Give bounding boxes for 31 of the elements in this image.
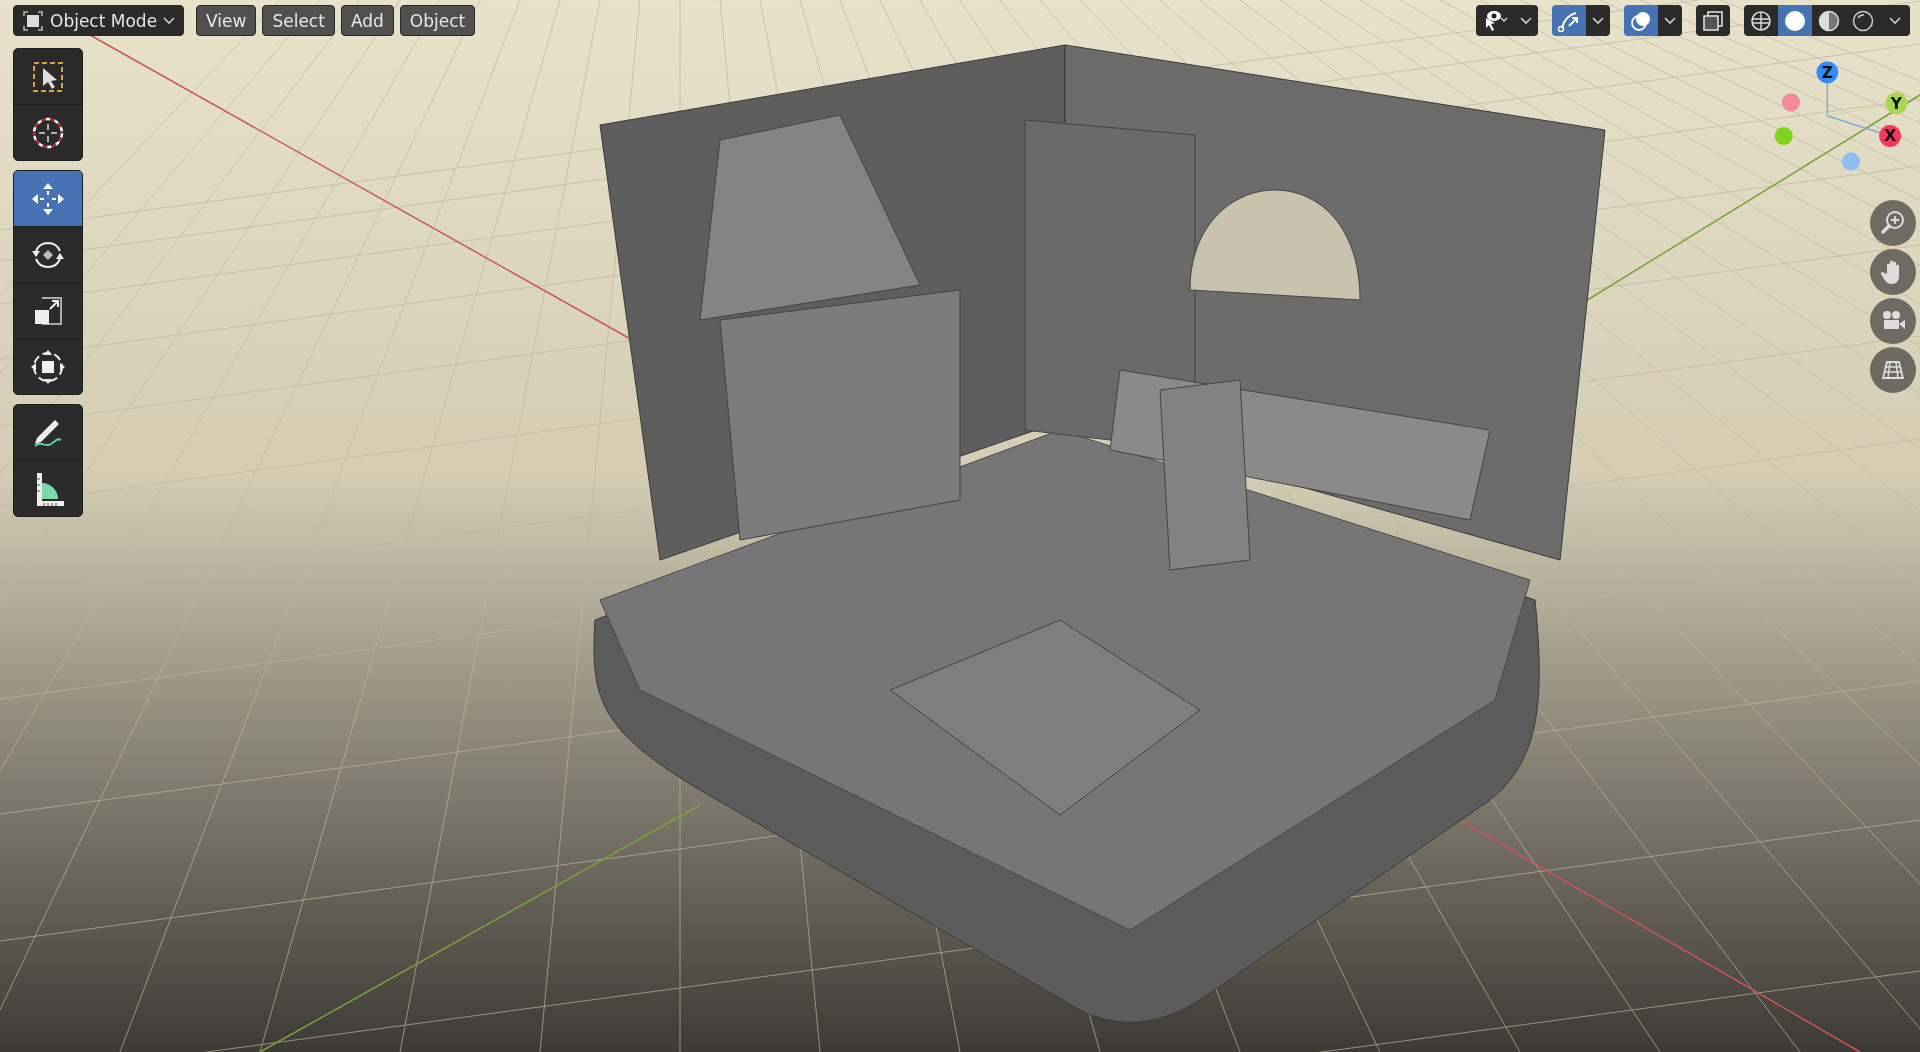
dropdown-caret-icon[interactable] — [1586, 5, 1610, 36]
zoom-button[interactable] — [1870, 200, 1916, 246]
menu-button[interactable]: Add — [340, 5, 394, 36]
perspective-toggle-button[interactable] — [1870, 347, 1916, 393]
axis-handle[interactable]: X — [1879, 125, 1901, 147]
camera-view-button[interactable] — [1870, 298, 1916, 344]
mode-dropdown[interactable]: Object Mode — [13, 5, 185, 36]
negative-axis-dot[interactable] — [1781, 93, 1801, 112]
axis-handle[interactable]: Y — [1885, 92, 1908, 115]
shading-mode-button[interactable] — [1812, 5, 1846, 36]
object-mode-icon — [22, 9, 44, 32]
negative-axis-dot[interactable] — [1774, 126, 1793, 146]
menu-button[interactable]: View — [196, 5, 257, 36]
menu-button[interactable]: Object — [399, 5, 476, 36]
caret-icon — [163, 16, 176, 25]
wireframe-icon — [1749, 8, 1773, 33]
negative-axis-dot[interactable] — [1841, 152, 1861, 171]
dropdown-caret-icon[interactable] — [1514, 5, 1538, 36]
pan-button[interactable] — [1870, 249, 1916, 295]
solid-icon — [1783, 8, 1807, 33]
shading-mode-button[interactable] — [1744, 5, 1778, 36]
dropdown-caret-icon[interactable] — [1880, 5, 1910, 36]
dropdown-caret-icon[interactable] — [1658, 5, 1682, 36]
overlays-toggle[interactable] — [1624, 5, 1658, 36]
gizmos-toggle[interactable] — [1552, 5, 1586, 36]
menu-button[interactable]: Select — [262, 5, 335, 36]
move-tool-button[interactable] — [14, 171, 82, 227]
xray-toggle[interactable] — [1696, 5, 1730, 36]
shading-mode-button[interactable] — [1778, 5, 1812, 36]
selectability-toggle[interactable] — [1476, 5, 1514, 36]
axis-handle[interactable]: Z — [1816, 61, 1839, 84]
